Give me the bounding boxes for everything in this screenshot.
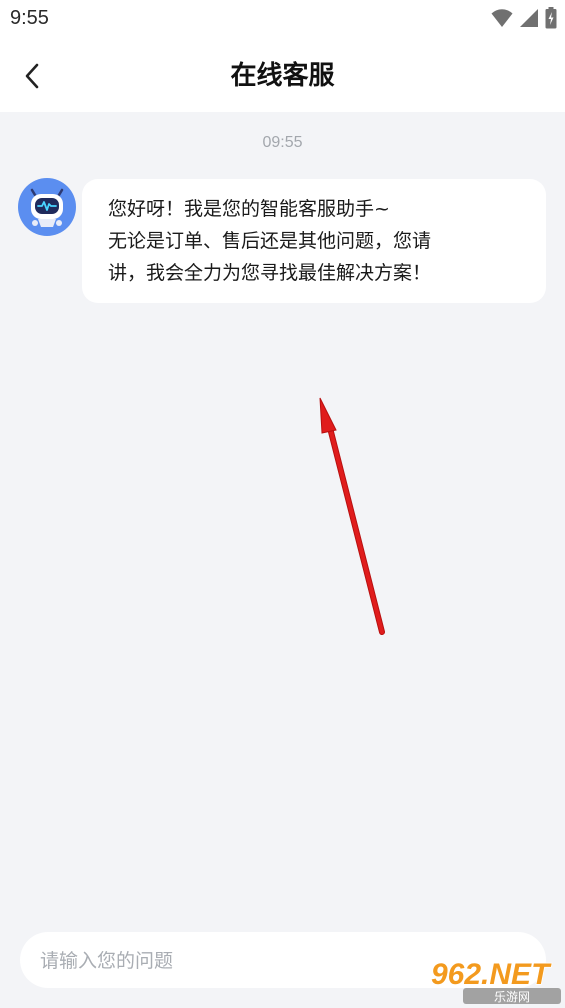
message-line: 您好呀！我是您的智能客服助手~ (108, 198, 390, 220)
robot-avatar-icon (18, 178, 76, 236)
site-watermark: 962.NET 乐游网 (425, 944, 565, 1004)
message-line: 无论是订单、售后还是其他问题，您请 (108, 230, 432, 252)
header: 在线客服 (0, 40, 565, 112)
message-line: 讲，我会全力为您寻找最佳解决方案！ (108, 262, 432, 284)
message-timestamp: 09:55 (262, 134, 303, 151)
chevron-left-icon (25, 63, 39, 89)
wifi-icon (491, 8, 513, 32)
page-title: 在线客服 (230, 61, 335, 91)
status-icons (491, 7, 557, 33)
cell-signal-icon (519, 8, 539, 32)
bot-message-bubble: 您好呀！我是您的智能客服助手~ 无论是订单、售后还是其他问题，您请 讲，我会全力… (82, 179, 546, 303)
back-button[interactable] (14, 58, 50, 94)
battery-icon (545, 7, 557, 33)
status-time: 9:55 (10, 7, 49, 29)
chat-area[interactable]: 09:55 您好呀！我是您的智能客服助手~ 无论是订单、售后还是其他问题，您请 … (0, 112, 565, 928)
watermark-brand: 962.NET (431, 958, 552, 991)
watermark-subtitle: 乐游网 (494, 990, 530, 1004)
status-bar: 9:55 (0, 0, 565, 40)
